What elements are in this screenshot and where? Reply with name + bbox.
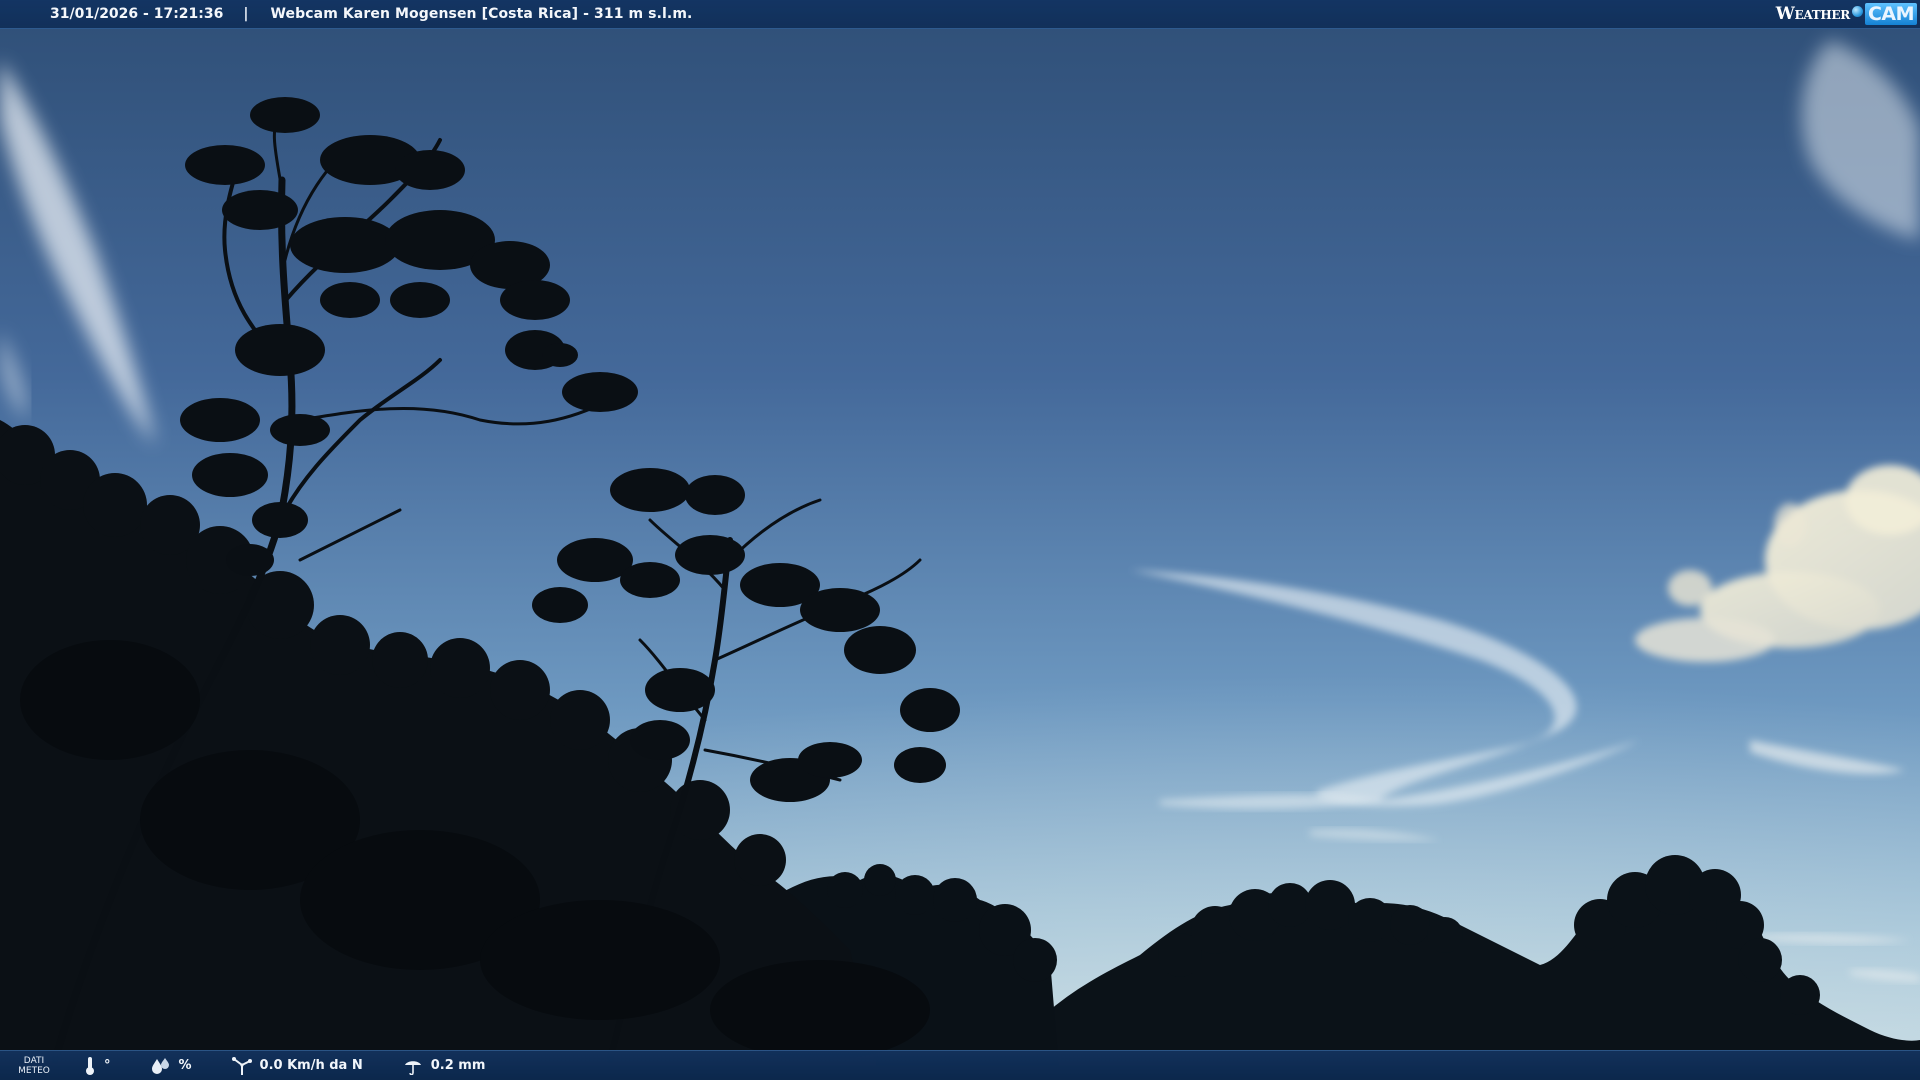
webcam-image — [0, 0, 1920, 1080]
rain-gauge-icon — [403, 1057, 423, 1075]
temperature-value: ° — [104, 1058, 111, 1073]
humidity-drops-icon — [151, 1057, 171, 1075]
logo-word: Weather — [1775, 4, 1850, 24]
header-separator: | — [243, 6, 249, 22]
weathercam-logo[interactable]: Weather CAM — [1776, 2, 1917, 26]
thermometer-icon — [84, 1056, 96, 1076]
rain-reading: 0.2 mm — [403, 1057, 486, 1075]
temperature-reading: ° — [84, 1056, 111, 1076]
header-bar: 31/01/2026 - 17:21:36 | Webcam Karen Mog… — [0, 0, 1920, 29]
humidity-value: % — [178, 1058, 192, 1073]
rain-value: 0.2 mm — [430, 1058, 486, 1073]
anemometer-icon — [231, 1056, 252, 1076]
webcam-scene — [0, 0, 1920, 1080]
meteo-data-label[interactable]: DATI METEO — [12, 1056, 56, 1076]
humidity-reading: % — [151, 1057, 192, 1075]
wind-value: 0.0 Km/h da N — [259, 1058, 363, 1073]
timestamp: 31/01/2026 - 17:21:36 — [50, 6, 224, 22]
globe-dot-icon — [1851, 5, 1863, 17]
meteo-label-line1: DATI — [23, 1055, 45, 1066]
meteo-label-line2: METEO — [18, 1065, 50, 1076]
weather-data-bar: DATI METEO ° % 0.0 Km/h da N 0.2 mm — [0, 1050, 1920, 1080]
webcam-caption: Webcam Karen Mogensen [Costa Rica] - 311… — [270, 6, 693, 22]
logo-cam: CAM — [1864, 3, 1917, 25]
wind-reading: 0.0 Km/h da N — [231, 1056, 363, 1076]
